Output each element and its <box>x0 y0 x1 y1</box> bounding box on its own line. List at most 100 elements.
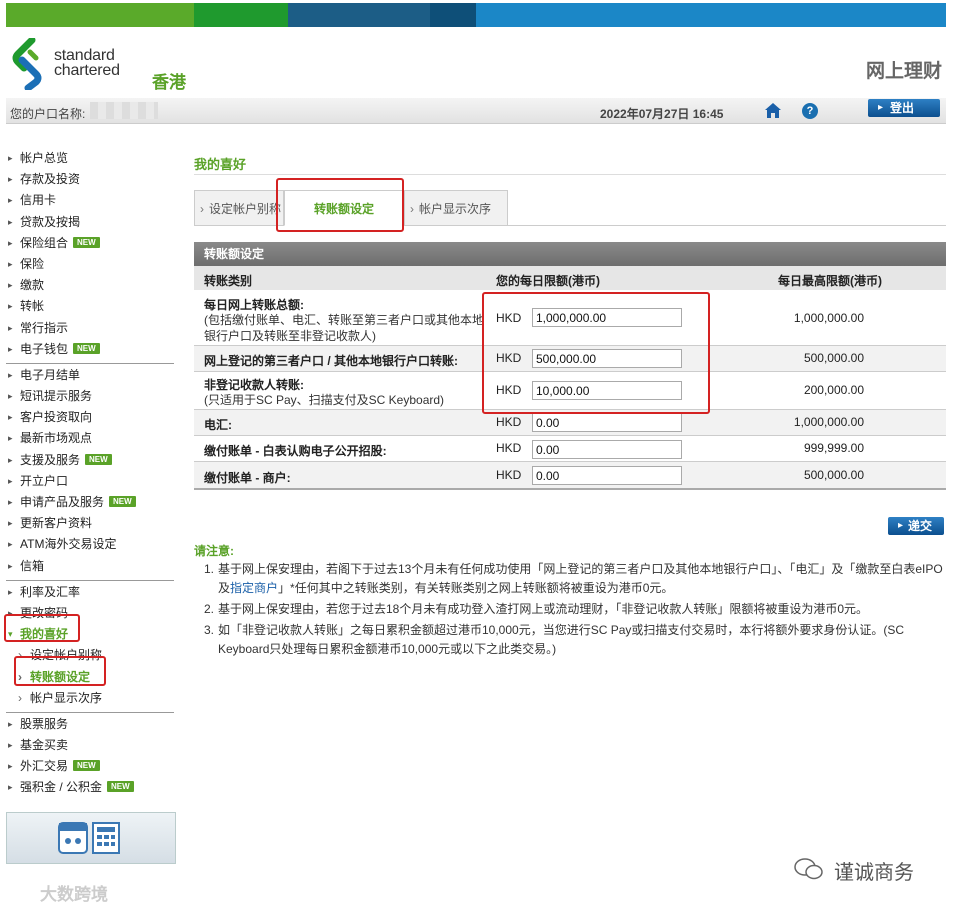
color-bar-segment <box>288 3 430 27</box>
row-label: 缴付账单 - 商户: <box>204 471 291 485</box>
sidebar-item[interactable]: 信箱 <box>6 558 176 579</box>
new-badge: NEW <box>73 760 100 772</box>
row-label: 网上登记的第三者户口 / 其他本地银行户口转账: <box>204 354 458 368</box>
title-divider <box>194 174 946 175</box>
sidebar-item[interactable]: 缴款 <box>6 277 176 298</box>
sidebar-group-investments: 股票服务基金买卖外汇交易 NEW 强积金 / 公积金 NEW <box>6 716 176 801</box>
currency-label: HKD <box>496 415 522 429</box>
highlight-box <box>276 178 404 232</box>
home-icon[interactable] <box>764 102 782 119</box>
sidebar-item[interactable]: 保险组合 NEW <box>6 235 176 256</box>
sidebar-nav: 帐户总览存款及投资信用卡贷款及按揭保险组合 NEW 保险缴款转帐常行指示电子钱包 NE… <box>6 150 176 801</box>
sidebar-item-label: ATM海外交易设定 <box>20 537 117 552</box>
note-item: 3. 如「非登记收款人转账」之每日累积金额超过港币10,000元，当您进行SC … <box>204 621 944 659</box>
sidebar-item-label: 股票服务 <box>20 716 69 731</box>
telegraphic-transfer-limit-input[interactable] <box>532 413 682 432</box>
table-row: 缴付账单 - 商户: HKD 500,000.00 <box>194 462 946 490</box>
region-label: 香港 <box>152 73 186 92</box>
row-label: 缴付账单 - 白表认购电子公开招股: <box>204 444 387 458</box>
panel-header: 转账额设定 <box>194 242 946 266</box>
color-bar-segment <box>6 3 194 27</box>
sidebar-item-label: 最新市场观点 <box>20 431 93 446</box>
new-badge: NEW <box>107 781 134 793</box>
sidebar-item[interactable]: 申请产品及服务 NEW <box>6 494 176 515</box>
tab-account-nickname[interactable]: 设定帐户别称 <box>194 190 284 227</box>
sidebar-item-label: 申请产品及服务 <box>20 495 105 509</box>
color-bar-segment <box>430 3 476 27</box>
sidebar-item-label: 短讯提示服务 <box>20 389 93 404</box>
note-text: 基于网上保安理由，若您于过去18个月未有成功登入渣打网上或流动理财，「非登记收款… <box>218 602 869 616</box>
designated-merchant-link[interactable]: 指定商户 <box>230 581 278 595</box>
sidebar-item[interactable]: 信用卡 <box>6 192 176 213</box>
sidebar-subitem-account-order[interactable]: 帐户显示次序 <box>6 690 176 711</box>
sidebar-item-label: 支援及服务 <box>20 452 81 467</box>
submit-button[interactable]: 递交 <box>888 517 944 535</box>
sidebar-item[interactable]: 帐户总览 <box>6 150 176 171</box>
column-header-max-limit: 每日最高限额(港币) <box>778 274 882 288</box>
calculator-banner[interactable] <box>6 812 176 864</box>
wechat-watermark-icon <box>794 858 823 880</box>
sidebar-item[interactable]: 开立户口 <box>6 473 176 494</box>
notes-list: 1. 基于网上保安理由，若阁下于过去13个月未有任何成功使用「网上登记的第三者户… <box>204 560 944 661</box>
sidebar-item[interactable]: 电子钱包 NEW <box>6 341 176 362</box>
sidebar-item[interactable]: 贷款及按揭 <box>6 214 176 235</box>
sidebar-item[interactable]: 利率及汇率 <box>6 584 176 605</box>
eipo-bill-limit-input[interactable] <box>532 440 682 459</box>
sidebar-item-label: 存款及投资 <box>20 172 81 187</box>
sidebar-item-label: 贷款及按揭 <box>20 214 81 229</box>
sidebar-item[interactable]: 电子月结单 <box>6 367 176 388</box>
merchant-bill-limit-input[interactable] <box>532 466 682 485</box>
max-limit-value: 1,000,000.00 <box>793 415 864 429</box>
highlight-box <box>14 656 106 686</box>
sidebar-item-label: 常行指示 <box>20 320 69 335</box>
sidebar-group-accounts: 帐户总览存款及投资信用卡贷款及按揭保险组合 NEW 保险缴款转帐常行指示电子钱包 NE… <box>6 150 176 362</box>
sidebar-item[interactable]: 强积金 / 公积金 NEW <box>6 779 176 800</box>
sidebar-item[interactable]: 短讯提示服务 <box>6 388 176 409</box>
new-badge: NEW <box>73 236 100 248</box>
max-limit-value: 999,999.00 <box>803 441 864 455</box>
sidebar-item-label: 更新客户资料 <box>20 516 93 531</box>
sidebar-item[interactable]: 最新市场观点 <box>6 430 176 451</box>
sidebar-item[interactable]: 更新客户资料 <box>6 515 176 536</box>
row-label: 每日网上转账总额: <box>204 298 304 312</box>
sidebar-item-label: 保险组合 <box>20 235 69 250</box>
sidebar-item-label: 信箱 <box>20 558 45 573</box>
help-icon[interactable]: ? <box>802 103 818 119</box>
site-title: 网上理财 <box>865 61 942 82</box>
tab-account-order[interactable]: 帐户显示次序 <box>404 190 508 227</box>
note-number: 1. <box>204 562 215 576</box>
brand-line-1: standard <box>54 47 115 64</box>
sidebar-item[interactable]: 转帐 <box>6 298 176 319</box>
top-color-bar <box>6 3 946 27</box>
max-limit-value: 1,000,000.00 <box>793 311 864 325</box>
logout-button[interactable]: 登出 <box>868 99 940 117</box>
watermark-right: 谨诚商务 <box>834 862 914 884</box>
page-title: 我的喜好 <box>194 157 247 172</box>
sidebar-item[interactable]: 外汇交易 NEW <box>6 758 176 779</box>
row-label: 非登记收款人转账: <box>204 378 304 392</box>
account-name-masked <box>90 102 158 119</box>
sidebar-item[interactable]: 基金买卖 <box>6 737 176 758</box>
sidebar-item[interactable]: 支援及服务 NEW <box>6 452 176 473</box>
row-label: 电汇: <box>204 418 232 432</box>
sidebar-item-label: 开立户口 <box>20 473 69 488</box>
table-header: 转账类别 您的每日限额(港币) 每日最高限额(港币) <box>194 266 946 290</box>
sidebar-item-label: 外汇交易 <box>20 759 69 774</box>
sidebar-item[interactable]: 常行指示 <box>6 320 176 341</box>
watermark-left: 大数跨境 <box>40 885 108 904</box>
sidebar-item-label: 信用卡 <box>20 193 57 208</box>
sidebar-item[interactable]: 客户投资取向 <box>6 409 176 430</box>
sidebar-item[interactable]: 保险 <box>6 256 176 277</box>
new-badge: NEW <box>85 453 112 465</box>
table-row: 缴付账单 - 白表认购电子公开招股: HKD 999,999.00 <box>194 436 946 462</box>
max-limit-value: 500,000.00 <box>803 468 864 482</box>
sidebar-item-label: 利率及汇率 <box>20 584 81 599</box>
sidebar-item[interactable]: ATM海外交易设定 <box>6 536 176 557</box>
standard-chartered-logo-icon[interactable] <box>10 38 44 90</box>
note-text: 」*任何其中之转账类别，有关转账类别之网上转账额将被重设为港币0元。 <box>278 581 674 595</box>
brand-name: standard chartered <box>54 47 120 79</box>
sidebar-item[interactable]: 股票服务 <box>6 716 176 737</box>
sidebar-item[interactable]: 存款及投资 <box>6 171 176 192</box>
notes-title: 请注意: <box>194 544 234 558</box>
sidebar-divider <box>6 579 174 581</box>
